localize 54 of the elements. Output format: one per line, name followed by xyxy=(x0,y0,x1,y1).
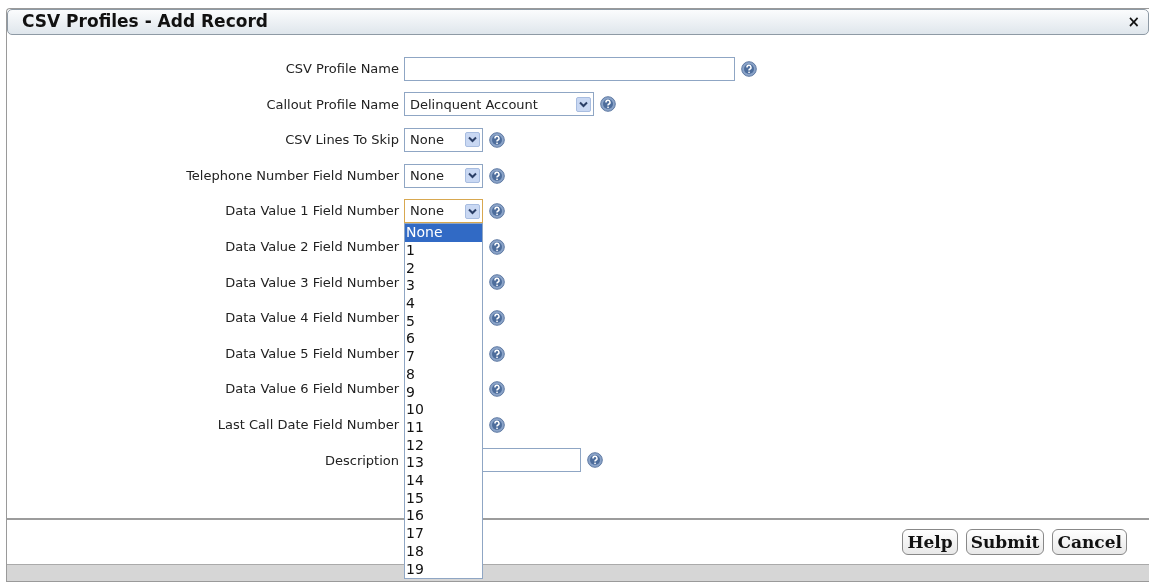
help-icon[interactable] xyxy=(600,96,616,113)
dropdown-field[interactable]: Delinquent Account xyxy=(404,92,594,117)
close-button[interactable]: × xyxy=(1127,14,1140,30)
field-label: CSV Lines To Skip xyxy=(284,131,400,150)
dropdown-field[interactable]: None xyxy=(404,199,483,224)
field-label: Data Value 2 Field Number xyxy=(224,238,400,256)
dropdown-option[interactable]: 14 xyxy=(405,472,482,490)
window-title: CSV Profiles - Add Record xyxy=(22,10,268,34)
dropdown-option[interactable]: 15 xyxy=(405,489,482,508)
help-icon[interactable] xyxy=(741,60,757,77)
field-label: Data Value 4 Field Number xyxy=(224,309,400,328)
dropdown-field[interactable]: None xyxy=(404,163,483,188)
help-icon[interactable] xyxy=(489,274,505,291)
help-icon[interactable] xyxy=(489,238,505,255)
dropdown-option[interactable]: 19 xyxy=(405,560,482,579)
dropdown-option[interactable]: 7 xyxy=(405,348,482,366)
dropdown-option[interactable]: 3 xyxy=(405,277,482,295)
field-label: Last Call Date Field Number xyxy=(216,416,400,434)
help-icon[interactable] xyxy=(489,381,505,398)
field-label: Data Value 6 Field Number xyxy=(224,380,400,399)
help-icon[interactable] xyxy=(489,203,505,220)
dropdown-option[interactable]: 1 xyxy=(405,241,482,260)
action-button[interactable]: Cancel xyxy=(1052,529,1127,555)
dropdown-option[interactable]: 17 xyxy=(405,525,482,543)
dropdown-option[interactable]: 2 xyxy=(405,259,482,278)
dropdown-option[interactable]: 18 xyxy=(405,542,482,561)
dropdown-option[interactable]: 8 xyxy=(405,365,482,384)
dropdown-option[interactable]: 4 xyxy=(405,295,482,313)
help-icon[interactable] xyxy=(489,309,505,326)
field-label: Callout Profile Name xyxy=(265,95,400,114)
dropdown-option[interactable]: 12 xyxy=(405,436,482,455)
dropdown-option[interactable]: 11 xyxy=(405,418,482,437)
dropdown-option[interactable]: 13 xyxy=(405,454,482,472)
dropdown-option[interactable]: 6 xyxy=(405,330,482,349)
dropdown-option[interactable]: 5 xyxy=(405,312,482,331)
help-icon[interactable] xyxy=(489,345,505,362)
help-icon[interactable] xyxy=(489,167,505,184)
help-icon[interactable] xyxy=(489,132,505,148)
action-button[interactable]: Help xyxy=(902,529,958,555)
dropdown-option[interactable]: 10 xyxy=(405,401,482,419)
dropdown-option[interactable]: 9 xyxy=(405,383,482,402)
dropdown-option[interactable]: 16 xyxy=(405,507,482,526)
field-label: Description xyxy=(323,451,400,470)
dropdown-field[interactable]: None xyxy=(404,128,483,152)
text-field[interactable] xyxy=(404,56,735,81)
help-icon[interactable] xyxy=(587,452,603,469)
action-button[interactable]: Submit xyxy=(965,529,1045,555)
field-label: Data Value 5 Field Number xyxy=(224,344,400,363)
field-label: Data Value 3 Field Number xyxy=(224,273,400,292)
field-label: CSV Profile Name xyxy=(284,60,400,79)
help-icon[interactable] xyxy=(489,416,505,433)
field-label: Telephone Number Field Number xyxy=(185,166,400,185)
field-label: Data Value 1 Field Number xyxy=(224,202,400,221)
dropdown-option[interactable]: None xyxy=(405,224,482,242)
